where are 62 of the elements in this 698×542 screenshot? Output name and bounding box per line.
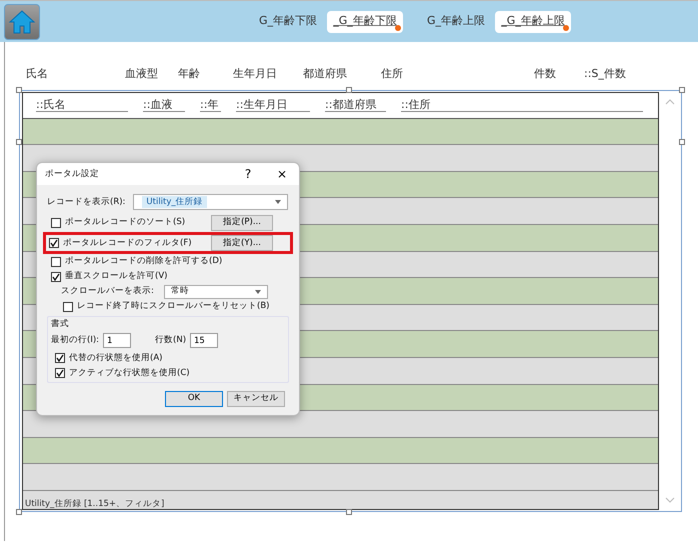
selection-handle[interactable] [679, 87, 685, 93]
selection-handle[interactable] [346, 87, 352, 93]
field-label: ::生年月日 [236, 98, 310, 112]
caret-icon [254, 290, 261, 294]
scrollbar-dropdown[interactable]: 常時 [164, 284, 268, 298]
checkbox[interactable] [51, 272, 61, 282]
script-trigger-icon [394, 24, 402, 32]
checkbox[interactable] [51, 218, 61, 228]
field-label: ::住所 [401, 98, 643, 112]
close-button[interactable]: × [265, 165, 299, 183]
filter-field[interactable]: _G_年齢上限 [495, 10, 572, 32]
specify-button[interactable]: 指定(Y)... [211, 235, 273, 251]
field-label: ::氏名 [36, 98, 128, 112]
checkbox[interactable] [51, 256, 61, 266]
field-label: ::年 [200, 98, 221, 112]
checkbox[interactable] [49, 238, 59, 248]
script-trigger-icon [562, 24, 570, 32]
filter-label: G_年齢上限 [427, 13, 486, 30]
ok-button[interactable]: OK [165, 390, 223, 407]
column-header: 年齢 [178, 67, 200, 80]
selection-handle[interactable] [16, 509, 22, 515]
column-header: 件数 [534, 67, 556, 80]
selection-handle[interactable] [679, 139, 685, 145]
column-header: 都道府県 [303, 67, 347, 80]
field-label: ::血液 [143, 98, 185, 112]
option-label: 代替の行状態を使用(A) [69, 352, 162, 365]
home-icon [8, 8, 36, 34]
record-source-label: レコードを表示(R): [47, 196, 126, 208]
filter-field[interactable]: _G_年齢下限 [327, 10, 404, 32]
row-count-input[interactable]: 15 [190, 333, 218, 348]
row-count-label: 行数(N) [155, 334, 186, 348]
section-title: 書式 [51, 318, 70, 331]
field-label: ::都道府県 [325, 98, 386, 112]
option-label: 垂直スクロールを許可(V) [65, 270, 168, 283]
first-row-label: 最初の行(I): [51, 334, 100, 348]
selection-handle[interactable] [16, 139, 22, 145]
option-label: ポータルレコードの削除を許可する(D) [65, 255, 222, 268]
record-source-dropdown[interactable]: Utility_住所録 [133, 194, 288, 210]
option-label: アクティブな行状態を使用(C) [69, 366, 190, 380]
option-label: ポータルレコードのフィルタ(F) [63, 236, 192, 250]
caret-icon [275, 200, 282, 204]
option-label: スクロールバーを表示: [61, 285, 154, 298]
column-header: 血液型 [125, 67, 158, 80]
option-label: レコード終了時にスクロールバーをリセット(B) [77, 300, 270, 313]
first-row-input[interactable]: 1 [103, 333, 132, 348]
specify-button[interactable]: 指定(P)... [211, 214, 273, 230]
filter-label: G_年齢下限 [259, 13, 318, 30]
portal-label: Utility_住所録 [1..15+、フィルタ] [25, 498, 164, 509]
cancel-button[interactable]: キャンセル [227, 390, 285, 407]
selection-handle[interactable] [16, 87, 22, 93]
column-header: 氏名 [26, 67, 48, 80]
checkbox[interactable] [55, 368, 65, 378]
checkbox[interactable] [55, 353, 65, 364]
selection-handle[interactable] [346, 509, 352, 515]
help-button[interactable]: ? [231, 165, 265, 183]
column-header: ::S_件数 [584, 67, 626, 80]
column-header: 生年月日 [233, 67, 277, 80]
home-button[interactable] [4, 4, 40, 40]
option-label: ポータルレコードのソート(S) [65, 216, 186, 229]
column-header: 住所 [381, 67, 403, 80]
dialog-title: ポータル設定 [45, 168, 100, 180]
checkbox[interactable] [63, 302, 73, 312]
